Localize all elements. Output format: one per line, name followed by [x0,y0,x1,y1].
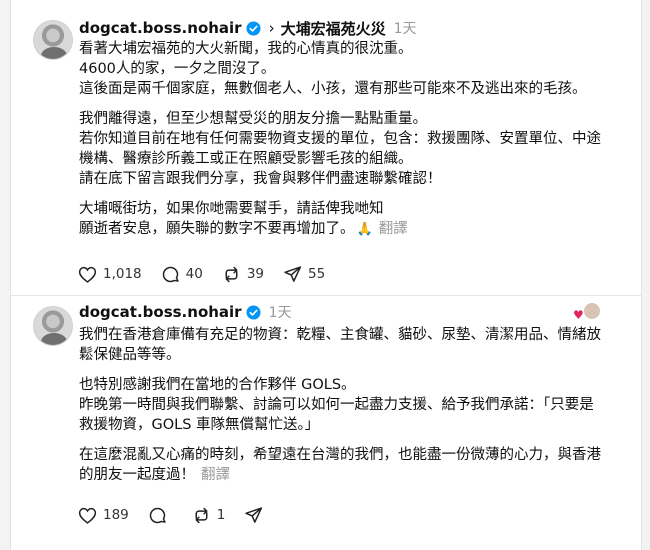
text-span: 願逝者安息，願失聯的數字不要再增加了。 [79,221,355,237]
reply-button[interactable] [147,505,173,526]
text-line: 的朋友一起度過！ 翻譯 [79,465,629,485]
text-line: 這後面是兩千個家庭，無數個老人、小孩，還有那些可能來不及逃出來的毛孩。 [79,81,587,97]
share-button[interactable]: 55 [282,264,325,285]
share-button[interactable] [243,505,269,526]
text-line: 看著大埔宏福苑的大火新聞，我的心情真的很沈重。 [79,41,413,57]
post-time[interactable]: 1天 [269,302,292,322]
like-button[interactable]: 189 [77,505,129,526]
comment-icon [149,507,166,523]
comment-icon [162,266,179,282]
text-line: 大埔嘅街坊，如果你哋需要幫手，請話俾我哋知 [79,201,384,217]
text-line: 在這麼混亂又心痛的時刻，希望遠在台灣的我們，也能盡一份微薄的心力，與香港 [79,447,601,463]
username[interactable]: dogcat.boss.nohair [79,19,242,37]
text-line: 鬆保健品等等。 [79,347,181,363]
like-count: 189 [103,507,129,523]
post-time[interactable]: 1天 [394,18,417,38]
repost-count: 1 [216,507,226,523]
like-button[interactable]: 1,018 [77,264,142,285]
heart-icon [78,266,97,283]
paragraph: 也特別感謝我們在當地的合作夥伴 GOLS。 昨晚第一時間與我們聯繫、討論可以如何… [79,375,629,435]
paragraph: 我們離得遠，但至少想幫受災的朋友分擔一點點重量。 若你知道目前在地有任何需要物資… [79,109,629,189]
action-bar: 189 1 [77,503,287,527]
repost-icon [195,507,208,523]
repost-count: 39 [246,266,265,282]
text-line: 請在底下留言跟我們分享，我會與夥伴們盡速聯繫確認！ [79,171,442,187]
action-bar: 1,018 40 39 55 [77,262,343,286]
threads-feed: dogcat.boss.nohair › 大埔宏福苑火災 1天 看著大埔宏福苑的… [10,0,642,550]
heart-icon [78,507,97,524]
text-line: 若你知道目前在地有任何需要物資支援的單位，包含：救援團隊、安置單位、中途 [79,131,601,147]
paragraph: 大埔嘅街坊，如果你哋需要幫手，請話俾我哋知 願逝者安息，願失聯的數字不要再增加了… [79,199,629,240]
paragraph: 我們在香港倉庫備有充足的物資：乾糧、主食罐、貓砂、尿墊、清潔用品、情緒放 鬆保健… [79,325,629,365]
text-line: 我們離得遠，但至少想幫受災的朋友分擔一點點重量。 [79,111,427,127]
text-line: 救援物資，GOLS 車隊無償幫忙送。」 [79,417,320,433]
text-span: 的朋友一起度過！ [79,467,195,483]
reply-button[interactable]: 40 [160,264,203,285]
text-line: 昨晚第一時間與我們聯繫、討論可以如何一起盡力支援、給予我們承諾：「只要是 [79,397,594,413]
repost-icon [225,266,238,282]
text-line: 願逝者安息，願失聯的數字不要再增加了。 🙏 翻譯 [79,219,629,240]
translate-link[interactable]: 翻譯 [379,221,408,237]
verified-badge-icon [246,304,261,320]
text-line: 4600人的家，一夕之間沒了。 [79,61,276,77]
post-body: 我們在香港倉庫備有充足的物資：乾糧、主食罐、貓砂、尿墊、清潔用品、情緒放 鬆保健… [79,325,629,495]
reply-count: 40 [185,266,203,282]
username[interactable]: dogcat.boss.nohair [79,303,242,321]
share-count: 55 [308,266,326,282]
text-line: 也特別感謝我們在當地的合作夥伴 GOLS。 [79,377,356,393]
praying-hands-emoji: 🙏 [356,222,373,237]
liked-by-author-indicator[interactable]: ♥ [573,302,601,324]
verified-badge-icon [246,20,261,36]
chevron-right-icon: › [268,19,275,37]
text-line: 機構、醫療診所義工或正在照顧受影響毛孩的組織。 [79,151,413,167]
send-icon [245,506,263,523]
repost-button[interactable]: 1 [191,505,226,526]
post[interactable]: dogcat.boss.nohair › 大埔宏福苑火災 1天 看著大埔宏福苑的… [11,0,641,296]
send-icon [284,265,302,282]
avatar[interactable] [33,306,73,346]
liker-avatar [583,302,601,320]
like-count: 1,018 [103,266,142,282]
paragraph: 看著大埔宏福苑的大火新聞，我的心情真的很沈重。 4600人的家，一夕之間沒了。 … [79,39,629,99]
heart-icon: ♥ [573,308,584,322]
paragraph: 在這麼混亂又心痛的時刻，希望遠在台灣的我們，也能盡一份微薄的心力，與香港 的朋友… [79,445,629,485]
avatar[interactable] [33,20,73,60]
post-header: dogcat.boss.nohair › 大埔宏福苑火災 1天 [79,16,417,40]
repost-button[interactable]: 39 [221,264,264,285]
text-line: 我們在香港倉庫備有充足的物資：乾糧、主食罐、貓砂、尿墊、清潔用品、情緒放 [79,327,601,343]
post-header: dogcat.boss.nohair 1天 [79,300,292,324]
topic-tag[interactable]: 大埔宏福苑火災 [281,18,386,39]
post-body: 看著大埔宏福苑的大火新聞，我的心情真的很沈重。 4600人的家，一夕之間沒了。 … [79,39,629,250]
translate-link[interactable]: 翻譯 [201,467,230,483]
post[interactable]: dogcat.boss.nohair 1天 ♥ 我們在香港倉庫備有充足的物資：乾… [11,297,641,550]
